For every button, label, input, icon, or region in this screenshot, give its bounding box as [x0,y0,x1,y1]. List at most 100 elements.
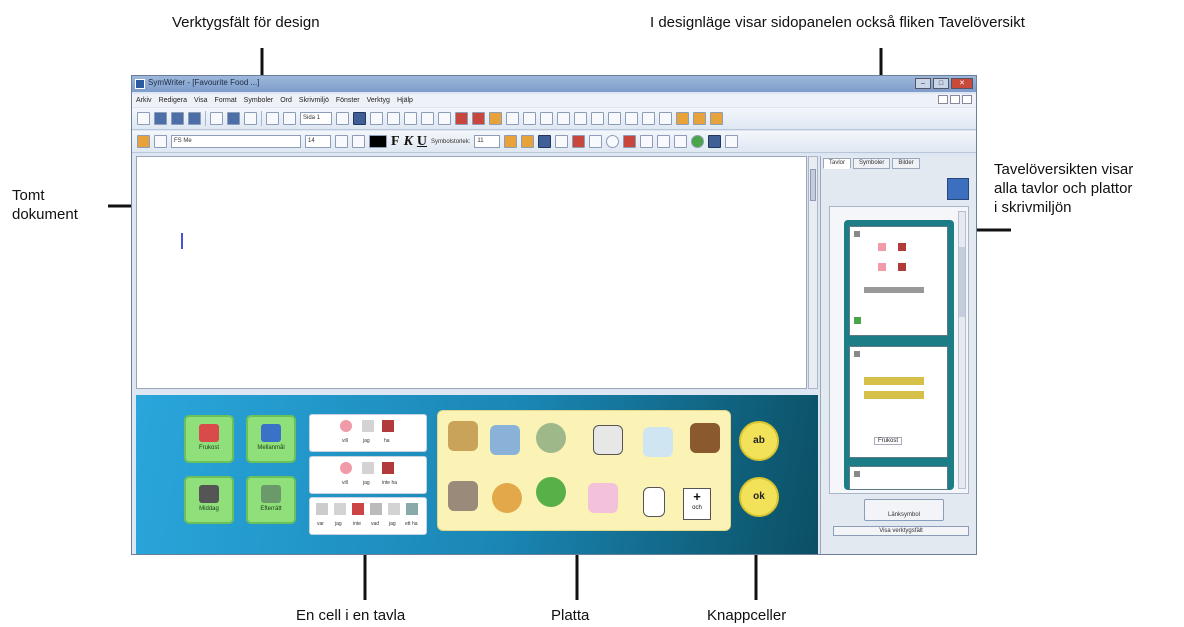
doc-close-icon[interactable] [962,95,972,104]
bold-button[interactable]: F [391,134,400,149]
left-arrow-icon[interactable] [640,135,654,148]
board-thumbnail-3[interactable] [849,466,948,490]
plate-icon[interactable] [536,423,566,453]
menu-item-fonster[interactable]: Fönster [336,97,360,104]
image-icon[interactable] [676,112,689,125]
underline-button[interactable]: U [417,134,427,149]
apple-icon[interactable] [536,477,566,507]
table-icon[interactable] [523,112,536,125]
exclamation-icon[interactable] [657,135,671,148]
menu-item-skrivmiljo[interactable]: Skrivmiljö [299,97,329,104]
tab-symboler[interactable]: Symboler [853,158,891,169]
overview-scrollbar-thumb[interactable] [959,247,965,317]
open-icon[interactable] [154,112,167,125]
board-overview-icon[interactable] [947,178,969,200]
symbol-position-icon[interactable] [504,135,518,148]
paste-icon[interactable] [244,112,257,125]
row-icon[interactable] [608,112,621,125]
menu-item-redigera[interactable]: Redigera [159,97,187,104]
speak-icon[interactable] [455,112,468,125]
border-icon[interactable] [642,112,655,125]
menu-item-symboler[interactable]: Symboler [244,97,274,104]
cell-efterratt[interactable]: Efterrätt [246,476,296,524]
text-cursor-icon[interactable] [708,135,722,148]
redo-icon[interactable] [283,112,296,125]
menu-item-arkiv[interactable]: Arkiv [136,97,152,104]
shrink-font-icon[interactable] [352,135,365,148]
justify-icon[interactable] [404,112,417,125]
insert-cell-icon[interactable] [540,112,553,125]
print-icon[interactable] [421,112,434,125]
clock-icon[interactable] [606,135,620,148]
maximize-icon[interactable]: □ [933,78,949,89]
sound-icon[interactable] [589,135,603,148]
cell-middag[interactable]: Middag [184,476,234,524]
document-scrollbar[interactable] [808,156,818,389]
page-dropdown-icon[interactable] [336,112,349,125]
save-all-icon[interactable] [188,112,201,125]
board-thumbnail-1[interactable] [849,226,948,336]
doc-minimize-icon[interactable] [938,95,948,104]
grow-font-icon[interactable] [335,135,348,148]
fill-icon[interactable] [659,112,672,125]
menu-item-ord[interactable]: Ord [280,97,292,104]
bowl-icon[interactable] [490,425,520,455]
grid-icon[interactable] [506,112,519,125]
croissant-icon[interactable] [492,483,522,513]
run-icon[interactable] [691,135,705,148]
symbol-size-field[interactable]: 11 [474,135,501,148]
word-cell-row-2[interactable]: vill jag inte ha [309,456,427,494]
delete-cell-icon[interactable] [557,112,570,125]
scrollbar-thumb[interactable] [810,169,816,201]
symbol-icon[interactable] [693,112,706,125]
doc-restore-icon[interactable] [950,95,960,104]
settings-icon[interactable] [489,112,502,125]
preview-icon[interactable] [438,112,451,125]
word-cell-row-3[interactable]: var jag inte vad jag ett ha [309,497,427,535]
och-cell[interactable]: + och [683,488,711,520]
align-center-icon[interactable] [370,112,383,125]
jar-icon[interactable] [690,423,720,453]
merge-cells-icon[interactable] [574,112,587,125]
undo-icon[interactable] [266,112,279,125]
board-icon[interactable] [538,135,552,148]
eraser-icon[interactable] [154,135,167,148]
text-color-icon[interactable] [369,135,387,148]
stop-icon[interactable] [472,112,485,125]
tab-tavlor[interactable]: Tavlor [823,158,852,169]
page-field[interactable]: Sida 1 [300,112,332,125]
font-name-field[interactable]: FS Me [171,135,301,148]
menu-item-verktyg[interactable]: Verktyg [367,97,390,104]
align-left-icon[interactable] [353,112,366,125]
cell-mellanmal[interactable]: Mellanmål [246,415,296,463]
document-area[interactable] [136,156,807,389]
cup-icon[interactable] [643,427,673,457]
align-right-icon[interactable] [387,112,400,125]
cut-icon[interactable] [210,112,223,125]
word-cell-row-1[interactable]: vill jag ha [309,414,427,452]
italic-button[interactable]: K [404,134,413,149]
menu-item-hjalp[interactable]: Hjälp [397,97,413,104]
back-icon[interactable] [674,135,688,148]
show-toolbar-button[interactable]: Visa verktygsfält [833,526,969,536]
column-icon[interactable] [625,112,638,125]
minimize-icon[interactable]: – [915,78,931,89]
button-cell-ok[interactable]: ok [739,477,779,517]
font-size-field[interactable]: 14 [305,135,331,148]
copy-icon[interactable] [227,112,240,125]
menu-item-format[interactable]: Format [214,97,236,104]
link-symbol-button[interactable]: Länksymbol [864,499,944,521]
picture-icon[interactable] [572,135,586,148]
new-icon[interactable] [137,112,150,125]
milk-icon[interactable] [643,487,665,517]
pencil-icon[interactable] [137,135,150,148]
cereal-icon[interactable] [448,421,478,451]
split-cells-icon[interactable] [591,112,604,125]
board-thumbnail-2[interactable]: Frukost [849,346,948,458]
button-cell-ab[interactable]: ab [739,421,779,461]
cross-icon[interactable] [623,135,637,148]
save-icon[interactable] [171,112,184,125]
grid-settings-icon[interactable] [710,112,723,125]
toaster-icon[interactable] [448,481,478,511]
pointer-icon[interactable] [725,135,739,148]
